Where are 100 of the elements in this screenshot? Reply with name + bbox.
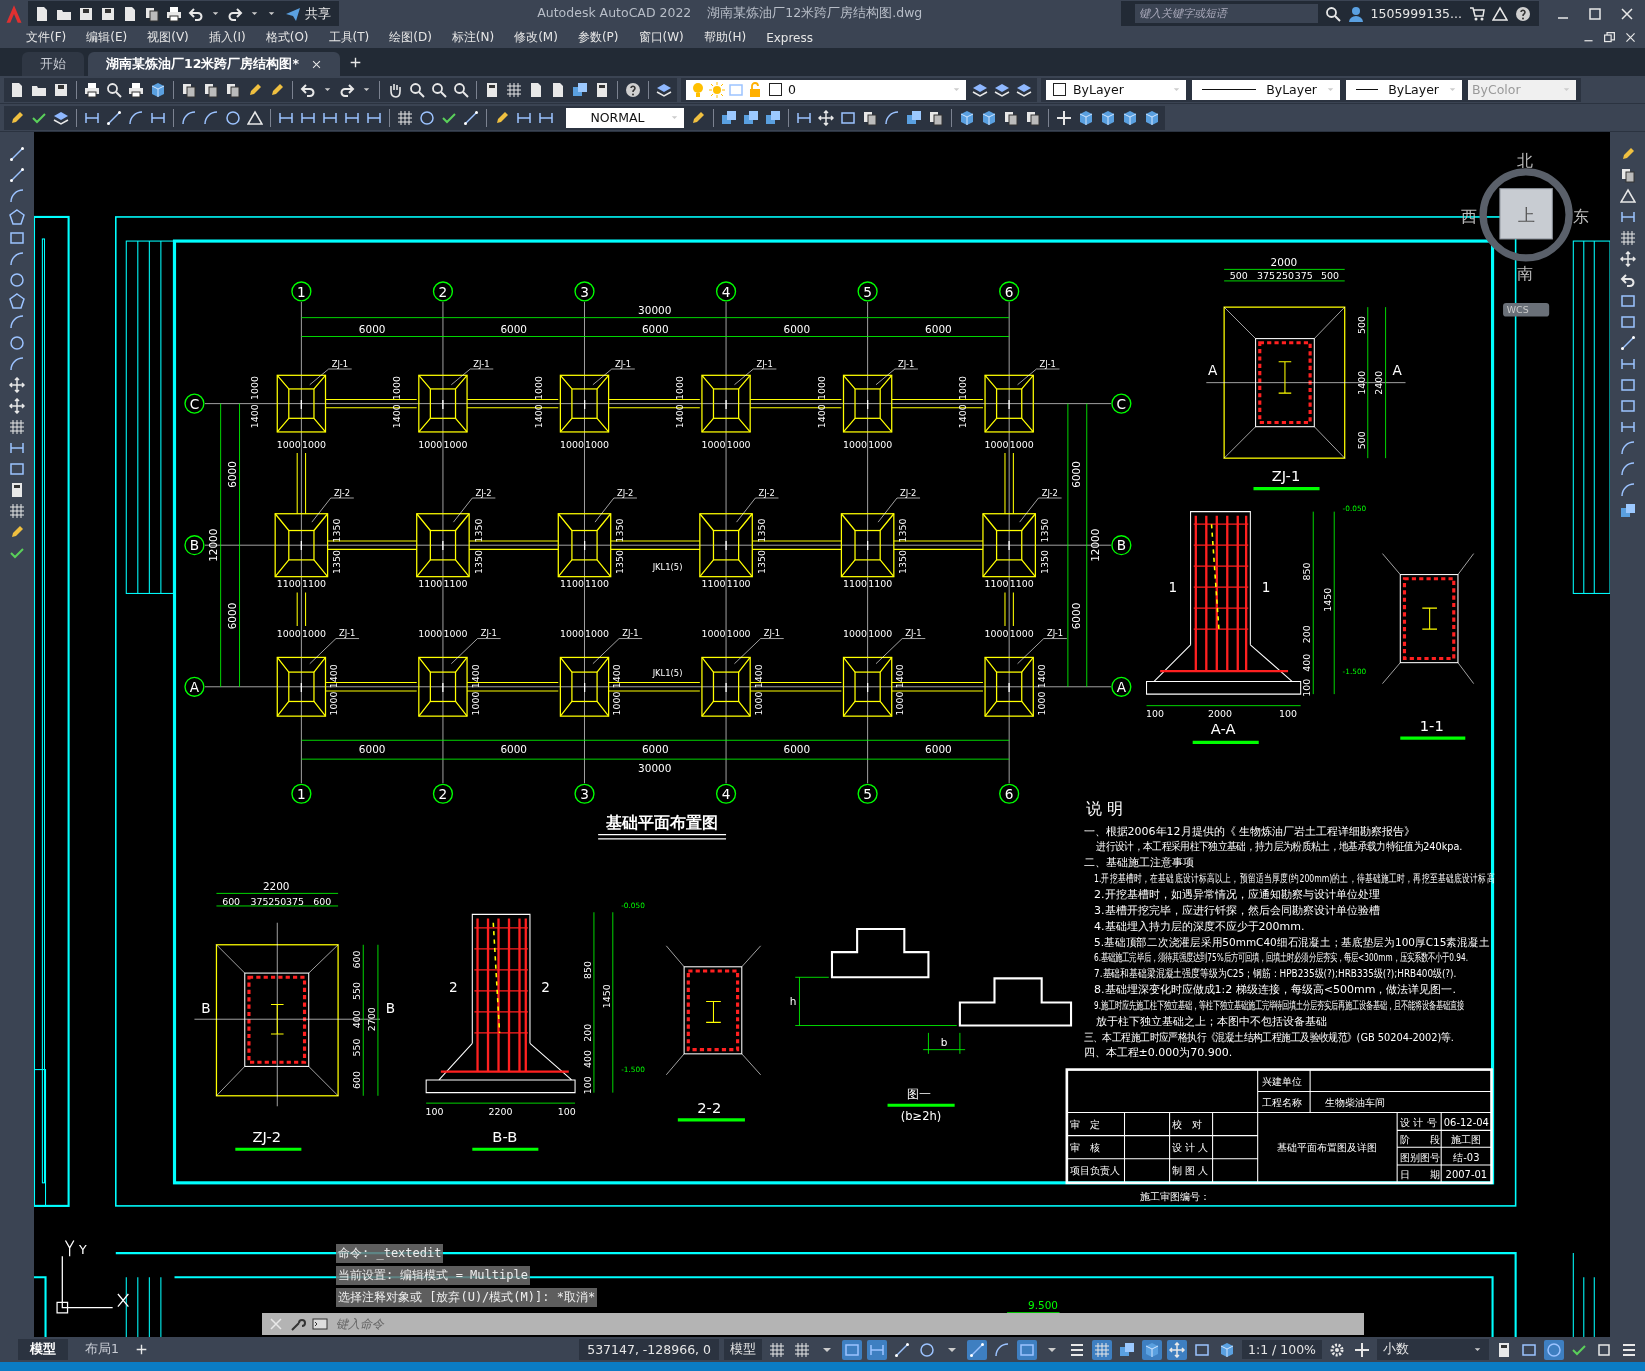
footing-label: ZJ-1: [480, 628, 497, 639]
column-mark: I: [1007, 680, 1012, 696]
viewcube-label[interactable]: 上: [1517, 205, 1535, 226]
dimension-label: 1350: [897, 550, 909, 574]
dimension-label: 30000: [638, 761, 672, 774]
dimension-label: 1350: [1038, 550, 1050, 574]
table-label: 日 期: [1400, 1168, 1441, 1180]
linetype-dropdown[interactable]: ByLayer: [1192, 79, 1340, 100]
footing-label: ZJ-1: [473, 358, 490, 369]
lineweight-dropdown[interactable]: ByLayer: [1346, 79, 1462, 100]
column-mark: I: [724, 396, 728, 412]
dimension-label: 1400: [328, 664, 340, 689]
annotation-scale-button[interactable]: 1:1 / 100%: [1242, 1340, 1322, 1359]
document-tab[interactable]: 湖南某炼油厂12米跨厂房结构图*: [88, 52, 340, 76]
axis-label: 3: [580, 786, 589, 802]
footing-label: ZJ-2: [617, 487, 634, 498]
menu-item[interactable]: 视图(V): [137, 29, 199, 46]
dimension-label: 1400: [1355, 370, 1367, 395]
table-label: 项目负责人: [1070, 1165, 1120, 1177]
dimension-label: 200: [581, 1023, 593, 1042]
dimension-label: 1000: [815, 375, 827, 400]
dimension-label: 2000: [1270, 256, 1298, 269]
table-cell: 2007-01: [1445, 1168, 1488, 1180]
axis-label: B: [1116, 537, 1127, 554]
dimension-label: 1000: [1009, 438, 1034, 450]
column-mark: I: [299, 396, 304, 412]
dimension-style-dropdown[interactable]: NORMAL: [566, 107, 684, 128]
column-mark: I: [441, 680, 445, 696]
section-mark: 2: [449, 978, 458, 995]
detail-title: A-A: [1210, 719, 1236, 737]
dimension-label: 1100: [585, 578, 610, 590]
dimension-label: 1000: [390, 375, 402, 400]
dimension-label: 500: [1321, 269, 1339, 281]
menu-item[interactable]: 绘图(D): [379, 29, 442, 46]
menu-item[interactable]: Express: [756, 30, 823, 45]
review-number-label: 施工审图编号：: [1140, 1190, 1211, 1202]
compass-label[interactable]: 东: [1572, 207, 1589, 227]
dimension-label: 2200: [262, 880, 290, 893]
ucs-axis-label: Y: [79, 1242, 87, 1258]
beam-label: JKL1(5): [652, 668, 683, 679]
user-name[interactable]: 1505999135...: [1370, 6, 1462, 21]
axis-label: 1: [297, 283, 306, 300]
share-button[interactable]: 共享: [283, 4, 333, 23]
dimension-label: 1000: [585, 438, 610, 450]
footing-label: ZJ-1: [756, 358, 773, 369]
column-mark: I: [582, 396, 587, 412]
section-mark: 1: [1261, 579, 1271, 596]
layout-tab[interactable]: 布局1: [73, 1339, 131, 1360]
dimension-label: 1400: [957, 404, 969, 429]
dimension-label: 1000: [443, 628, 468, 640]
search-field[interactable]: 键入关键字或短语: [1134, 4, 1318, 23]
dimension-label: 2400: [1373, 370, 1385, 395]
dimension-label: 1100: [843, 578, 867, 590]
compass-label[interactable]: 北: [1517, 150, 1534, 170]
menu-item[interactable]: 格式(O): [255, 29, 319, 46]
menu-item[interactable]: 标注(N): [441, 29, 505, 46]
dimension-label: 1350: [331, 550, 343, 574]
dimension-label: 1000: [957, 375, 969, 400]
document-tab[interactable]: 开始: [22, 52, 84, 76]
dimension-label: 1000: [894, 691, 906, 716]
footing-label: ZJ-1: [622, 628, 639, 639]
dimension-label: 1000: [418, 438, 443, 450]
units-dropdown[interactable]: 小数: [1377, 1339, 1489, 1360]
level-label: 9.500: [1028, 1298, 1059, 1311]
dimension-label: 375: [286, 895, 305, 907]
axis-label: 4: [721, 786, 731, 802]
dimension-label: 1450: [600, 984, 612, 1009]
dimension-label: 1000: [559, 628, 584, 640]
dimension-label: 1000: [276, 438, 301, 450]
dimension-label: 500: [1355, 315, 1367, 334]
menu-item[interactable]: 插入(I): [198, 29, 256, 46]
footing-label: ZJ-1: [331, 358, 349, 369]
axis-label: 2: [438, 283, 448, 300]
dimension-label: 1100: [559, 578, 584, 590]
menu-item[interactable]: 帮助(H): [693, 29, 757, 46]
dimension-label: 600: [313, 895, 332, 907]
compass-label[interactable]: 南: [1517, 263, 1534, 283]
menu-item[interactable]: 参数(P): [567, 29, 629, 46]
dimension-label: 1400: [390, 404, 402, 429]
dimension-label: 1350: [614, 550, 626, 574]
menu-item[interactable]: 窗口(W): [628, 29, 694, 46]
layer-dropdown[interactable]: 0: [686, 79, 966, 100]
dimension-label: 6000: [1070, 461, 1083, 488]
dimension-label: 1100: [868, 578, 893, 590]
dimension-label: 1000: [984, 628, 1009, 640]
dimension-label: 1100: [1009, 578, 1034, 590]
menu-item[interactable]: 文件(F): [16, 29, 77, 46]
dimension-label: 1400: [674, 404, 686, 429]
table-label: 工程名称: [1261, 1097, 1302, 1109]
color-dropdown[interactable]: ByLayer: [1046, 79, 1186, 100]
space-button[interactable]: 模型: [724, 1339, 762, 1360]
menu-item[interactable]: 修改(M): [504, 29, 568, 46]
dimension-label: 1000: [276, 628, 301, 640]
menu-item[interactable]: 编辑(E): [76, 29, 138, 46]
axis-label: 2: [438, 786, 448, 802]
dimension-label: 100: [425, 1105, 444, 1117]
dimension-label: 1000: [1009, 628, 1034, 640]
dimension-label: 250: [268, 895, 287, 907]
layout-tab[interactable]: 模型: [18, 1339, 68, 1360]
menu-item[interactable]: 工具(T): [318, 29, 380, 46]
